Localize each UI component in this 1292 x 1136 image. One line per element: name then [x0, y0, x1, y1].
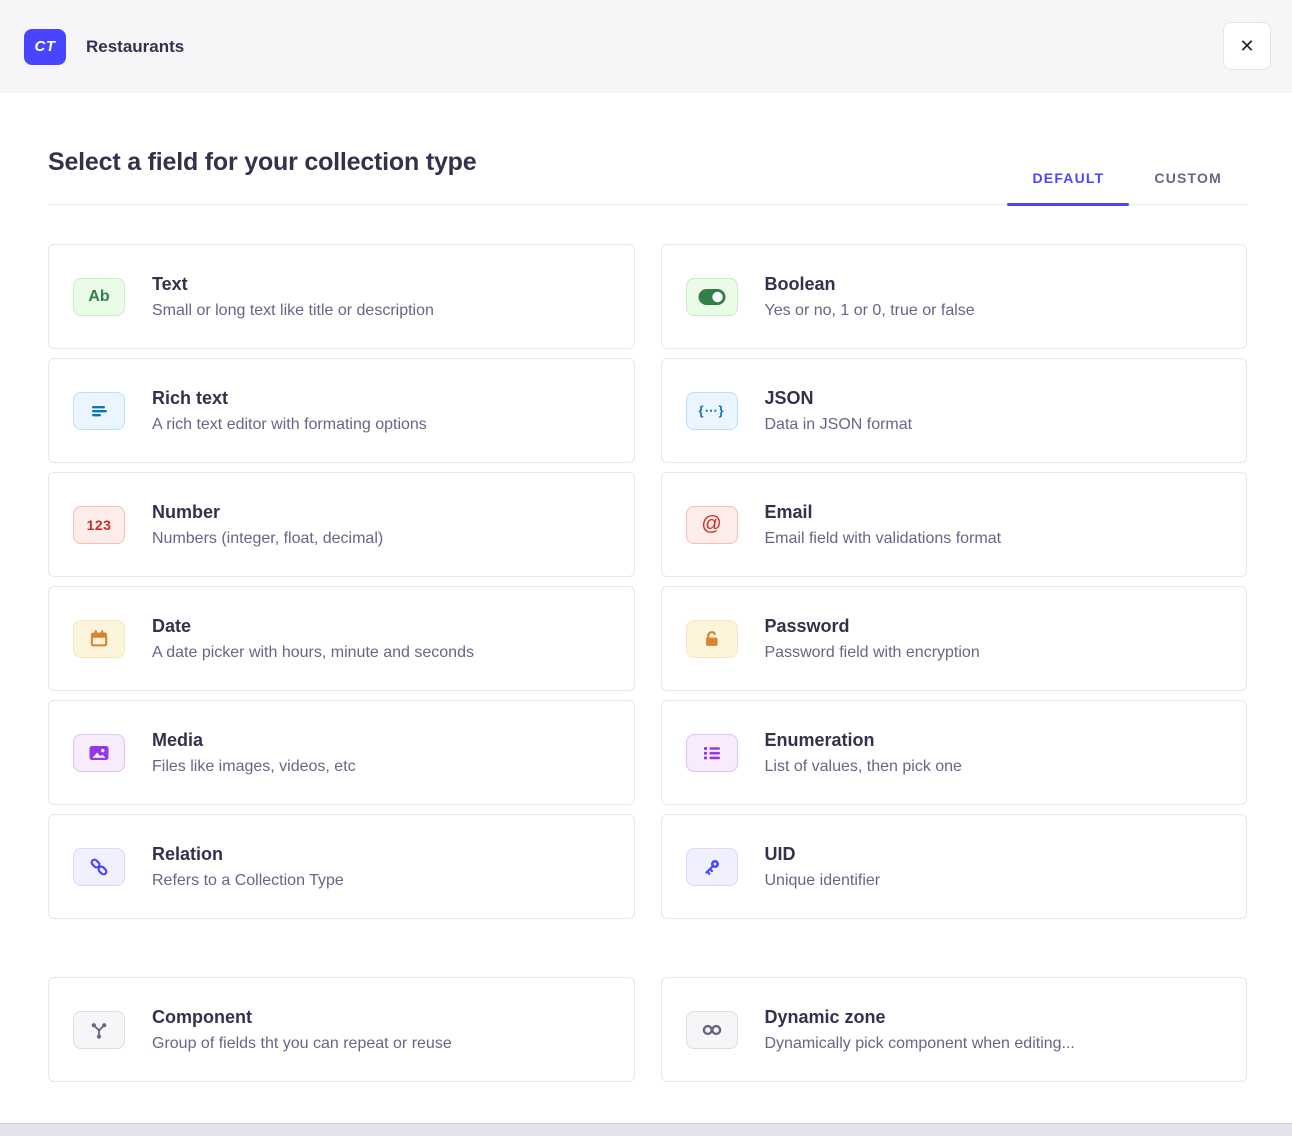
field-card-text-labels: Text Small or long text like title or de… [152, 274, 434, 320]
modal-footer-edge [0, 1123, 1292, 1136]
key-icon [686, 848, 738, 886]
field-card-uid-labels: UID Unique identifier [765, 844, 881, 890]
field-title: Password [765, 616, 980, 637]
field-card-number[interactable]: 123 Number Numbers (integer, float, deci… [48, 472, 635, 577]
chain-link-icon [73, 848, 125, 886]
field-card-component[interactable]: Component Group of fields tht you can re… [48, 977, 635, 1082]
field-title: Enumeration [765, 730, 962, 751]
field-description: Email field with validations format [765, 530, 1002, 548]
at-sign-icon: @ [686, 506, 738, 544]
field-card-relation-labels: Relation Refers to a Collection Type [152, 844, 344, 890]
field-title: Text [152, 274, 434, 295]
close-button[interactable]: ✕ [1223, 22, 1271, 70]
field-card-email[interactable]: @ Email Email field with validations for… [661, 472, 1248, 577]
field-card-date[interactable]: Date A date picker with hours, minute an… [48, 586, 635, 691]
field-title: Boolean [765, 274, 975, 295]
ab-text-icon: Ab [73, 278, 125, 316]
field-title: Component [152, 1007, 452, 1028]
advanced-fields-grid: Component Group of fields tht you can re… [48, 977, 1247, 1082]
bullet-list-icon [686, 734, 738, 772]
field-card-rich-text[interactable]: Rich text A rich text editor with format… [48, 358, 635, 463]
field-title: JSON [765, 388, 913, 409]
collection-type-badge: CT [24, 29, 66, 65]
nodes-icon-svg [87, 1018, 111, 1042]
field-card-email-labels: Email Email field with validations forma… [765, 502, 1002, 548]
lock-icon-svg [701, 628, 723, 650]
field-card-enumeration-labels: Enumeration List of values, then pick on… [765, 730, 962, 776]
field-card-dynamic-zone[interactable]: Dynamic zone Dynamically pick component … [661, 977, 1248, 1082]
field-title: Date [152, 616, 474, 637]
field-description: Refers to a Collection Type [152, 872, 344, 890]
field-card-json-labels: JSON Data in JSON format [765, 388, 913, 434]
key-icon-svg [700, 855, 724, 879]
picture-icon-svg [87, 741, 111, 765]
chain-link-icon-svg [87, 855, 111, 879]
collection-type-badge-label: CT [35, 38, 56, 55]
field-card-component-labels: Component Group of fields tht you can re… [152, 1007, 452, 1053]
infinity-icon-svg [699, 1018, 725, 1042]
field-description: Small or long text like title or descrip… [152, 302, 434, 320]
field-card-date-labels: Date A date picker with hours, minute an… [152, 616, 474, 662]
picture-icon [73, 734, 125, 772]
tab-default[interactable]: DEFAULT [1007, 170, 1129, 204]
field-title: UID [765, 844, 881, 865]
field-card-media[interactable]: Media Files like images, videos, etc [48, 700, 635, 805]
field-card-media-labels: Media Files like images, videos, etc [152, 730, 356, 776]
json-braces-icon: {⋯} [686, 392, 738, 430]
field-title: Media [152, 730, 356, 751]
field-description: List of values, then pick one [765, 758, 962, 776]
field-description: Data in JSON format [765, 416, 913, 434]
field-card-boolean[interactable]: Boolean Yes or no, 1 or 0, true or false [661, 244, 1248, 349]
field-title: Relation [152, 844, 344, 865]
collection-title: Restaurants [86, 37, 184, 57]
field-card-rich-text-labels: Rich text A rich text editor with format… [152, 388, 427, 434]
field-title: Number [152, 502, 383, 523]
field-description: Files like images, videos, etc [152, 758, 356, 776]
close-icon: ✕ [1239, 36, 1254, 57]
title-row: Select a field for your collection type … [48, 93, 1247, 205]
default-fields-grid: Ab Text Small or long text like title or… [48, 244, 1247, 919]
infinity-icon [686, 1011, 738, 1049]
align-lines-icon-svg [87, 399, 111, 423]
field-description: Password field with encryption [765, 644, 980, 662]
field-card-text[interactable]: Ab Text Small or long text like title or… [48, 244, 635, 349]
field-card-number-labels: Number Numbers (integer, float, decimal) [152, 502, 383, 548]
toggle-icon-svg [698, 288, 726, 306]
lock-icon [686, 620, 738, 658]
toggle-icon [686, 278, 738, 316]
number-123-icon: 123 [73, 506, 125, 544]
field-card-boolean-labels: Boolean Yes or no, 1 or 0, true or false [765, 274, 975, 320]
field-card-dynamic-zone-labels: Dynamic zone Dynamically pick component … [765, 1007, 1075, 1053]
page-title: Select a field for your collection type [48, 148, 476, 177]
calendar-icon-svg [88, 628, 110, 650]
field-description: Dynamically pick component when editing.… [765, 1035, 1075, 1053]
field-description: Group of fields tht you can repeat or re… [152, 1035, 452, 1053]
field-type-tabs: DEFAULT CUSTOM [1007, 170, 1247, 204]
modal-body: Select a field for your collection type … [0, 93, 1292, 1082]
field-card-json[interactable]: {⋯} JSON Data in JSON format [661, 358, 1248, 463]
field-description: A date picker with hours, minute and sec… [152, 644, 474, 662]
field-card-password[interactable]: Password Password field with encryption [661, 586, 1248, 691]
field-title: Email [765, 502, 1002, 523]
nodes-icon [73, 1011, 125, 1049]
calendar-icon [73, 620, 125, 658]
field-description: Unique identifier [765, 872, 881, 890]
field-title: Dynamic zone [765, 1007, 1075, 1028]
field-card-uid[interactable]: UID Unique identifier [661, 814, 1248, 919]
field-card-relation[interactable]: Relation Refers to a Collection Type [48, 814, 635, 919]
field-title: Rich text [152, 388, 427, 409]
modal-header: CT Restaurants ✕ [0, 0, 1292, 93]
field-description: Yes or no, 1 or 0, true or false [765, 302, 975, 320]
field-card-enumeration[interactable]: Enumeration List of values, then pick on… [661, 700, 1248, 805]
field-description: A rich text editor with formating option… [152, 416, 427, 434]
tab-custom[interactable]: CUSTOM [1129, 170, 1247, 204]
bullet-list-icon-svg [700, 741, 724, 765]
field-card-password-labels: Password Password field with encryption [765, 616, 980, 662]
field-description: Numbers (integer, float, decimal) [152, 530, 383, 548]
align-lines-icon [73, 392, 125, 430]
